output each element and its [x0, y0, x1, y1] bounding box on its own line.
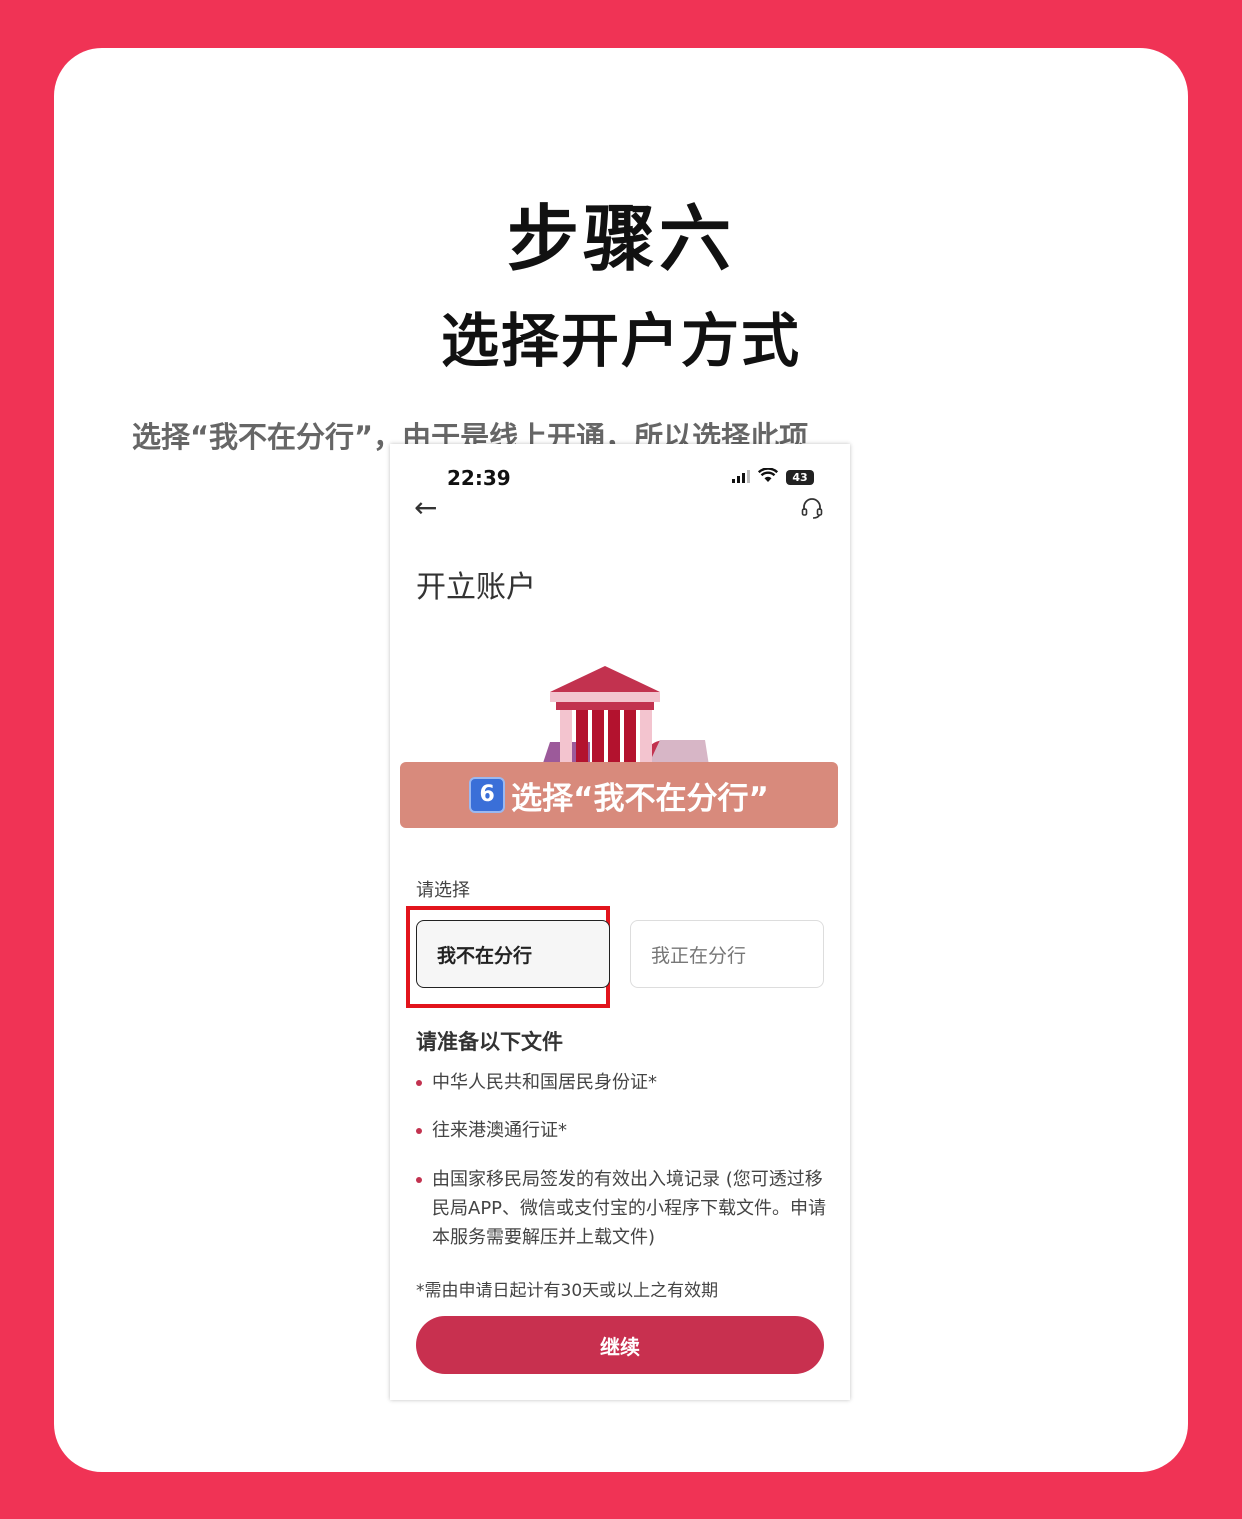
option-not-in-branch[interactable]: 我不在分行 — [416, 920, 610, 988]
document-item: 往来港澳通行证* — [416, 1116, 828, 1145]
wifi-icon — [758, 468, 778, 482]
select-label: 请选择 — [416, 880, 470, 901]
document-item: 由国家移民局签发的有效出入境记录 (您可透过移民局APP、微信或支付宝的小程序下… — [416, 1165, 828, 1252]
step-number-badge: 6 — [469, 777, 506, 813]
page-title: 开立账户 — [416, 570, 536, 605]
instruction-banner: 6 选择“我不在分行” — [400, 762, 838, 828]
bullet — [416, 1177, 422, 1183]
status-time: 22:39 — [447, 466, 511, 490]
document-text: 中华人民共和国居民身份证* — [432, 1072, 657, 1093]
battery-icon: 43 — [786, 470, 814, 485]
back-arrow-icon[interactable]: ← — [414, 494, 437, 522]
bank-building-icon — [540, 666, 710, 772]
phone-screenshot: 22:39 43 ← 开立账户 6 选择“我不在分行” 请选择 我不在分行 我正… — [390, 444, 850, 1400]
documents-title: 请准备以下文件 — [416, 1030, 563, 1054]
content-card: 步骤六 选择开户方式 选择“我不在分行”，由于是线上开通，所以选择此项 22:3… — [54, 48, 1188, 1472]
validity-note: *需由申请日起计有30天或以上之有效期 — [416, 1281, 719, 1301]
signal-icon — [732, 469, 750, 483]
headset-icon[interactable] — [800, 496, 824, 520]
continue-button[interactable]: 继续 — [416, 1316, 824, 1374]
document-item: 中华人民共和国居民身份证* — [416, 1068, 828, 1097]
document-text: 往来港澳通行证* — [432, 1120, 567, 1141]
step-title: 步骤六 — [506, 197, 735, 281]
bullet — [416, 1128, 422, 1134]
banner-text: 选择“我不在分行” — [511, 780, 769, 817]
bullet — [416, 1080, 422, 1086]
status-icons — [732, 468, 778, 483]
option-in-branch[interactable]: 我正在分行 — [630, 920, 824, 988]
document-text: 由国家移民局签发的有效出入境记录 (您可透过移民局APP、微信或支付宝的小程序下… — [432, 1169, 827, 1248]
step-subtitle: 选择开户方式 — [440, 307, 801, 375]
